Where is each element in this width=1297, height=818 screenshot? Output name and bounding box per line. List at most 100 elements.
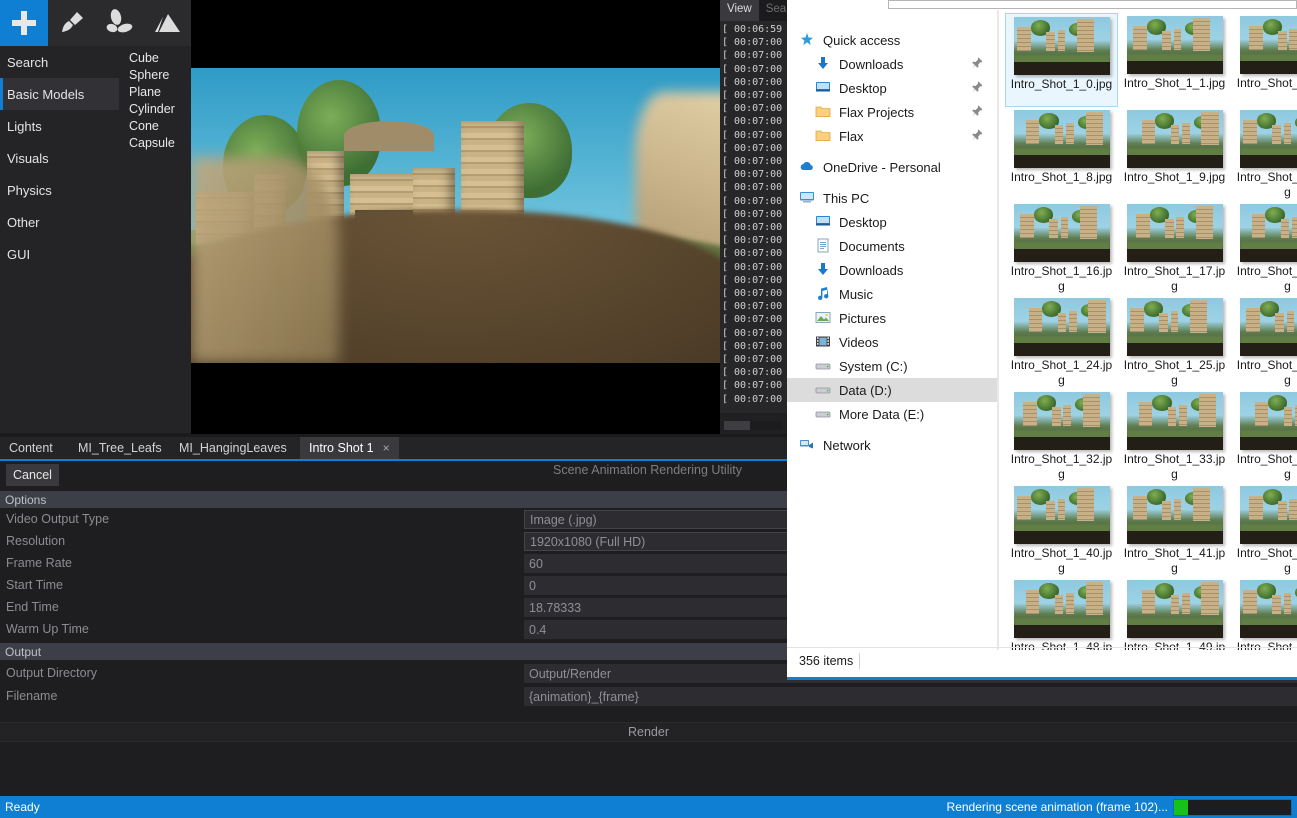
file-item[interactable]: Intro_Shot_1_32.jpg xyxy=(1005,389,1118,483)
basic-models-submenu[interactable]: Cube Sphere Plane Cylinder Cone Capsule xyxy=(119,46,191,433)
tab-mi-tree-leafs[interactable]: MI_Tree_Leafs xyxy=(69,437,171,459)
field-label: Filename xyxy=(6,689,57,703)
foliage-icon[interactable] xyxy=(96,0,144,46)
file-item[interactable]: Intro_Shot_1_0.jpg xyxy=(1005,13,1118,107)
file-name: Intro_Shot_1_40.jpg xyxy=(1005,546,1118,576)
nav-item-music[interactable]: Music xyxy=(787,282,997,306)
spawn-category-menu[interactable]: Search Basic Models Lights Visuals Physi… xyxy=(0,46,119,433)
file-item[interactable]: Intro_Shot_1_10.jpg xyxy=(1231,107,1297,201)
nav-item-onedrive-personal[interactable]: OneDrive - Personal xyxy=(787,155,997,179)
nav-item-label: Downloads xyxy=(839,263,903,278)
submenu-item-cone[interactable]: Cone xyxy=(119,117,191,134)
filename-input[interactable]: {animation}_{frame} xyxy=(524,687,1297,706)
field-label: Resolution xyxy=(6,534,65,548)
tab-mi-hanging-leaves[interactable]: MI_HangingLeaves xyxy=(170,437,296,459)
close-icon[interactable]: × xyxy=(383,441,390,455)
nav-item-system-c[interactable]: System (C:) xyxy=(787,354,997,378)
folder-icon xyxy=(815,104,833,120)
pin-icon[interactable] xyxy=(972,105,983,118)
spawn-category-gui[interactable]: GUI xyxy=(0,238,119,270)
file-item[interactable]: Intro_Shot_1_50.jpg xyxy=(1231,577,1297,650)
spawn-category-other[interactable]: Other xyxy=(0,206,119,238)
spawn-category-basic-models[interactable]: Basic Models xyxy=(0,78,119,110)
file-item[interactable]: Intro_Shot_1_8.jpg xyxy=(1005,107,1118,201)
field-label: Output Directory xyxy=(6,666,97,680)
field-label: Start Time xyxy=(6,578,63,592)
status-message: Ready xyxy=(5,800,40,814)
submenu-item-capsule[interactable]: Capsule xyxy=(119,134,191,151)
explorer-toolbar xyxy=(787,0,1297,10)
pin-icon[interactable] xyxy=(972,81,983,94)
file-item[interactable]: Intro_Shot_1_2.jpg xyxy=(1231,13,1297,107)
log-scrollbar[interactable] xyxy=(724,421,782,430)
nav-item-desktop[interactable]: Desktop xyxy=(787,76,997,100)
scene-viewport[interactable] xyxy=(191,0,720,434)
spawn-category-label: Other xyxy=(7,215,40,230)
paint-brush-icon[interactable] xyxy=(48,0,96,46)
file-item[interactable]: Intro_Shot_1_16.jpg xyxy=(1005,201,1118,295)
submenu-item-cylinder[interactable]: Cylinder xyxy=(119,100,191,117)
tab-intro-shot-1[interactable]: Intro Shot 1 × xyxy=(300,437,399,459)
tab-label: Intro Shot 1 xyxy=(309,441,374,455)
nav-item-data-d[interactable]: Data (D:) xyxy=(787,378,997,402)
submenu-item-cube[interactable]: Cube xyxy=(119,49,191,66)
file-item[interactable]: Intro_Shot_1_48.jpg xyxy=(1005,577,1118,650)
file-item[interactable]: Intro_Shot_1_18.jpg xyxy=(1231,201,1297,295)
tab-content[interactable]: Content xyxy=(0,437,62,459)
pin-icon[interactable] xyxy=(972,129,983,142)
pin-icon[interactable] xyxy=(972,57,983,70)
file-item[interactable]: Intro_Shot_1_24.jpg xyxy=(1005,295,1118,389)
nav-item-label: This PC xyxy=(823,191,869,206)
navigation-pane[interactable]: Quick accessDownloadsDesktopFlax Project… xyxy=(787,10,997,650)
submenu-item-label: Cylinder xyxy=(129,102,175,116)
file-item[interactable]: Intro_Shot_1_9.jpg xyxy=(1118,107,1231,201)
spawn-category-lights[interactable]: Lights xyxy=(0,110,119,142)
tab-label: MI_HangingLeaves xyxy=(179,441,287,455)
nav-item-downloads[interactable]: Downloads xyxy=(787,258,997,282)
file-item[interactable]: Intro_Shot_1_40.jpg xyxy=(1005,483,1118,577)
nav-item-pictures[interactable]: Pictures xyxy=(787,306,997,330)
file-item[interactable]: Intro_Shot_1_25.jpg xyxy=(1118,295,1231,389)
render-button[interactable]: Render xyxy=(0,722,1297,742)
submenu-item-plane[interactable]: Plane xyxy=(119,83,191,100)
file-item[interactable]: Intro_Shot_1_33.jpg xyxy=(1118,389,1231,483)
nav-item-network[interactable]: Network xyxy=(787,433,997,457)
nav-item-flax-projects[interactable]: Flax Projects xyxy=(787,100,997,124)
nav-item-this-pc[interactable]: This PC xyxy=(787,186,997,210)
nav-item-flax[interactable]: Flax xyxy=(787,124,997,148)
nav-item-downloads[interactable]: Downloads xyxy=(787,52,997,76)
terrain-icon[interactable] xyxy=(144,0,192,46)
file-thumbnail xyxy=(1127,204,1223,262)
nav-item-more-data-e[interactable]: More Data (E:) xyxy=(787,402,997,426)
nav-item-desktop[interactable]: Desktop xyxy=(787,210,997,234)
log-output[interactable]: [ 00:06:59[ 00:07:00[ 00:07:00[ 00:07:00… xyxy=(720,21,788,413)
file-item[interactable]: Intro_Shot_1_26.jpg xyxy=(1231,295,1297,389)
file-thumbnail xyxy=(1014,204,1110,262)
nav-item-label: Desktop xyxy=(839,215,887,230)
file-item[interactable]: Intro_Shot_1_17.jpg xyxy=(1118,201,1231,295)
nav-item-quick-access[interactable]: Quick access xyxy=(787,28,997,52)
nav-item-documents[interactable]: Documents xyxy=(787,234,997,258)
spawn-category-visuals[interactable]: Visuals xyxy=(0,142,119,174)
file-item[interactable]: Intro_Shot_1_42.jpg xyxy=(1231,483,1297,577)
file-item[interactable]: Intro_Shot_1_1.jpg xyxy=(1118,13,1231,107)
file-thumbnail xyxy=(1127,392,1223,450)
file-item[interactable]: Intro_Shot_1_41.jpg xyxy=(1118,483,1231,577)
file-name: Intro_Shot_1_17.jpg xyxy=(1118,264,1231,294)
file-item[interactable]: Intro_Shot_1_49.jpg xyxy=(1118,577,1231,650)
file-item[interactable]: Intro_Shot_1_34.jpg xyxy=(1231,389,1297,483)
spawn-category-physics[interactable]: Physics xyxy=(0,174,119,206)
add-object-icon[interactable] xyxy=(0,0,48,46)
file-thumbnail xyxy=(1127,486,1223,544)
spawn-category-search[interactable]: Search xyxy=(0,46,119,78)
tab-view[interactable]: View xyxy=(720,0,759,21)
nav-item-videos[interactable]: Videos xyxy=(787,330,997,354)
file-name: Intro_Shot_1_16.jpg xyxy=(1005,264,1118,294)
file-thumbnail xyxy=(1127,16,1223,74)
file-grid[interactable]: Intro_Shot_1_0.jpgIntro_Shot_1_1.jpgIntr… xyxy=(998,10,1297,650)
submenu-item-sphere[interactable]: Sphere xyxy=(119,66,191,83)
log-line: [ 00:07:00 xyxy=(720,181,788,194)
file-name: Intro_Shot_1_18.jpg xyxy=(1231,264,1297,294)
log-line: [ 00:07:00 xyxy=(720,287,788,300)
search-input[interactable] xyxy=(888,0,1297,9)
